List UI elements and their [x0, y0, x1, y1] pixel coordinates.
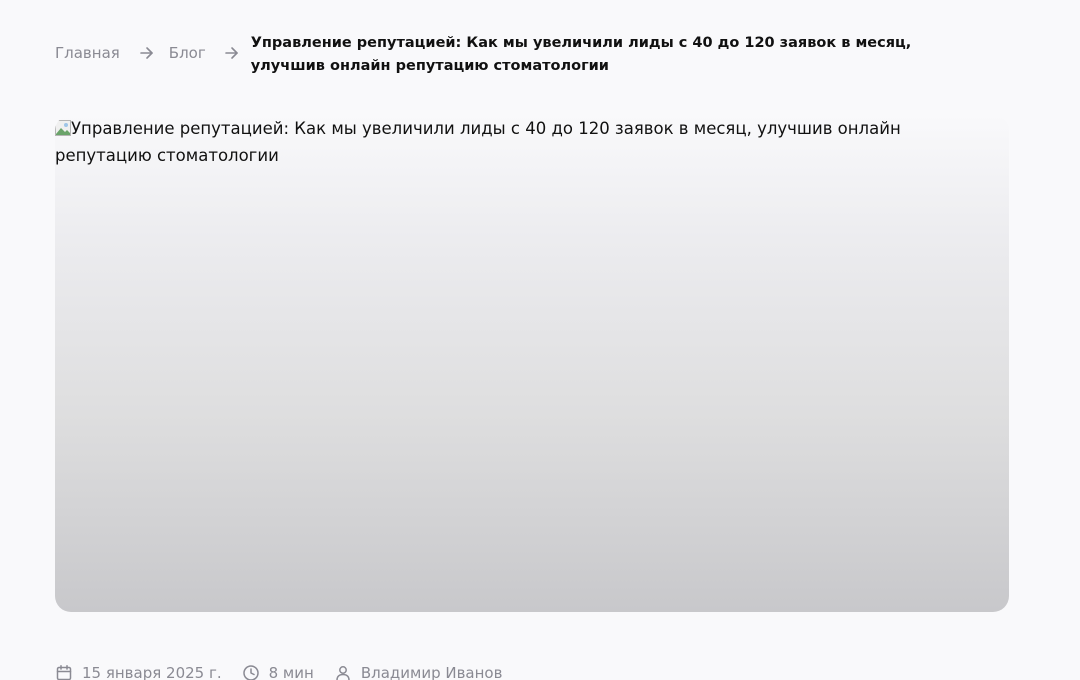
user-icon — [334, 664, 352, 680]
breadcrumb-home-link[interactable]: Главная — [55, 42, 120, 65]
broken-image-icon — [55, 117, 71, 136]
article-hero-image: Управление репутацией: Как мы увеличили … — [55, 115, 1009, 612]
arrow-right-icon — [138, 44, 156, 62]
meta-date: 15 января 2025 г. — [55, 664, 222, 680]
article-page: Главная Блог Управление репутацией: Как … — [0, 0, 1080, 680]
breadcrumb-blog-link[interactable]: Блог — [169, 42, 206, 65]
meta-date-text: 15 января 2025 г. — [82, 664, 222, 680]
clock-icon — [242, 664, 260, 680]
meta-author: Владимир Иванов — [334, 664, 503, 680]
meta-read-time: 8 мин — [242, 664, 314, 680]
hero-image-alt: Управление репутацией: Как мы увеличили … — [55, 115, 985, 169]
meta-read-time-text: 8 мин — [268, 664, 314, 680]
meta-author-text: Владимир Иванов — [360, 664, 503, 680]
breadcrumb: Главная Блог Управление репутацией: Как … — [55, 32, 975, 78]
breadcrumb-current-page: Управление репутацией: Как мы увеличили … — [250, 35, 912, 74]
hero-alt-text: Управление репутацией: Как мы увеличили … — [55, 119, 901, 165]
arrow-right-icon — [223, 44, 241, 62]
calendar-icon — [55, 664, 73, 680]
article-meta: 15 января 2025 г. 8 мин Владимир Иванов — [55, 664, 522, 680]
